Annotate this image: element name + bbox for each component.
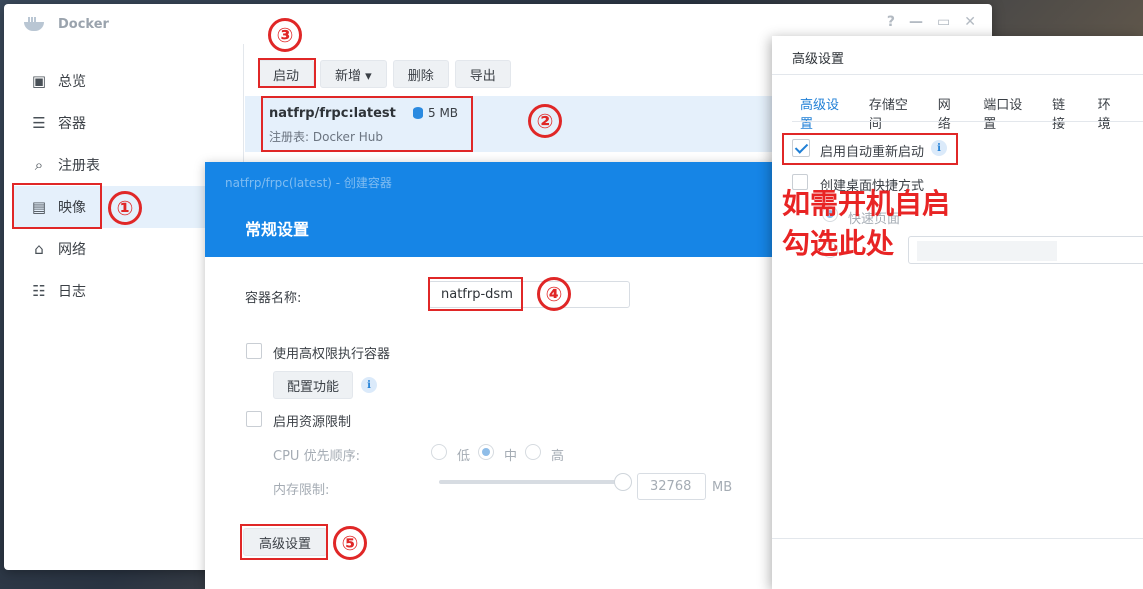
sidebar-item-overview[interactable]: ▣ 总览 (14, 60, 244, 102)
delete-button[interactable]: 删除 (392, 60, 449, 88)
annotation-note-line1: 如需开机自启 (782, 187, 951, 220)
registry-icon: ⌕ (34, 156, 44, 174)
divider (772, 74, 1143, 75)
container-icon: ☰ (32, 114, 46, 132)
config-button[interactable]: 配置功能 (273, 371, 353, 399)
annotation-box-image-row (261, 96, 473, 152)
cpu-low-radio[interactable] (431, 444, 447, 460)
annotation-note-line2: 勾选此处 (782, 227, 895, 260)
sidebar-item-label: 容器 (58, 116, 86, 132)
export-button[interactable]: 导出 (454, 60, 511, 88)
annotation-number-5: ⑤ (333, 526, 367, 560)
tab-links[interactable]: 链接 (1052, 94, 1075, 140)
tab-environment[interactable]: 环境 (1098, 94, 1121, 140)
tab-port[interactable]: 端口设置 (983, 94, 1030, 140)
network-icon: ⌂ (34, 240, 44, 258)
window-controls: ? — ▭ ✕ (887, 14, 976, 30)
sidebar-item-container[interactable]: ☰ 容器 (14, 102, 244, 144)
close-icon[interactable]: ✕ (964, 14, 976, 30)
annotation-box-advanced (240, 524, 328, 560)
resource-limit-checkbox[interactable] (246, 411, 262, 427)
memory-slider-track (439, 480, 624, 484)
cpu-priority-label: CPU 优先顺序: (273, 449, 360, 464)
dialog-header: natfrp/frpc(latest) - 创建容器 常规设置 (205, 162, 805, 257)
overview-icon: ▣ (31, 72, 47, 90)
help-icon[interactable]: ? (887, 14, 895, 30)
privileged-label: 使用高权限执行容器 (273, 347, 391, 362)
info-icon[interactable]: i (361, 377, 377, 393)
cpu-medium-label: 中 (504, 449, 518, 464)
footer-divider (772, 538, 1143, 539)
memory-slider-handle[interactable] (614, 473, 632, 491)
minimize-icon[interactable]: — (909, 14, 923, 30)
privileged-checkbox[interactable] (246, 343, 262, 359)
log-icon: ☷ (32, 282, 46, 300)
cpu-medium-radio[interactable] (478, 444, 494, 460)
maximize-icon[interactable]: ▭ (937, 14, 950, 30)
shortcut-url-input[interactable] (908, 236, 1143, 264)
annotation-box-auto-restart (782, 133, 958, 165)
annotation-number-1: ① (108, 191, 142, 225)
sidebar-item-label: 注册表 (58, 158, 100, 174)
panel-title: 高级设置 (792, 52, 845, 67)
docker-logo-icon (22, 16, 46, 32)
advanced-settings-panel: 高级设置 高级设置 存储空间 网络 端口设置 链接 环境 启用自动重新启动 i … (772, 36, 1143, 589)
memory-input[interactable]: 32768 (637, 473, 706, 500)
annotation-box-image-nav (12, 183, 102, 229)
annotation-number-2: ② (528, 104, 562, 138)
app-title: Docker (58, 16, 109, 32)
dialog-subtitle: natfrp/frpc(latest) - 创建容器 (225, 176, 392, 190)
dialog-title: 常规设置 (245, 220, 310, 239)
cpu-high-radio[interactable] (525, 444, 541, 460)
cpu-high-label: 高 (551, 449, 565, 464)
container-name-label: 容器名称: (245, 291, 302, 306)
sidebar-item-label: 网络 (58, 242, 86, 258)
annotation-number-4: ④ (537, 277, 571, 311)
sidebar-item-label: 日志 (58, 284, 86, 300)
cpu-low-label: 低 (457, 449, 471, 464)
tab-divider (792, 121, 1143, 122)
annotation-number-3: ③ (268, 18, 302, 52)
annotation-box-start (258, 58, 316, 88)
annotation-box-name (428, 277, 523, 311)
memory-unit: MB (712, 480, 733, 495)
add-button[interactable]: 新增 ▾ (320, 60, 387, 88)
sidebar-item-label: 总览 (58, 74, 86, 90)
resource-limit-label: 启用资源限制 (273, 415, 352, 430)
memory-limit-label: 内存限制: (273, 483, 330, 498)
